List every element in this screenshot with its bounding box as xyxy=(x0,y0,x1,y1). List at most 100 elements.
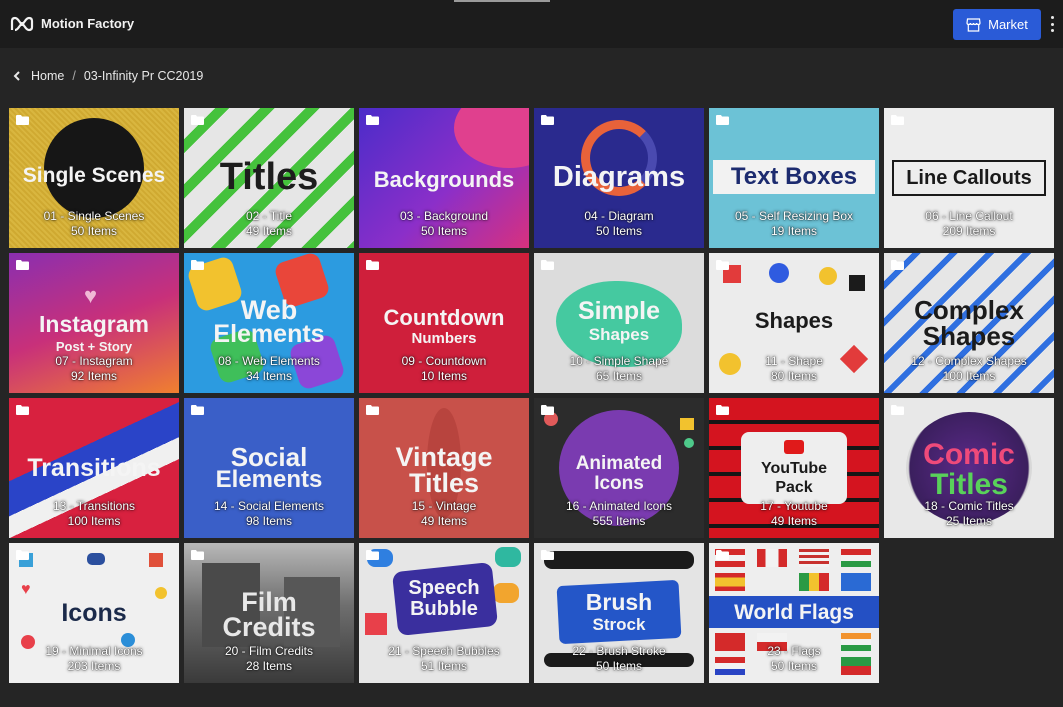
folder-caption: 13 - Transitions 100 Items xyxy=(9,499,179,529)
folder-caption: 07 - Instagram 92 Items xyxy=(9,354,179,384)
thumbnail-title: Brush xyxy=(585,589,653,615)
folder-tile-film-credits[interactable]: Film Credits 20 - Film Credits 28 Items xyxy=(184,543,354,683)
folder-name: 04 - Diagram xyxy=(584,209,654,223)
folder-name: 23 - Flags xyxy=(767,644,821,658)
app-title: Motion Factory xyxy=(41,16,135,31)
folder-icon xyxy=(16,550,29,560)
folder-tile-comic-titles[interactable]: Comic Titles 18 - Comic Titles 25 Items xyxy=(884,398,1054,538)
folder-tile-text-boxes[interactable]: Text Boxes 05 - Self Resizing Box 19 Ite… xyxy=(709,108,879,248)
folder-item-count: 80 Items xyxy=(770,369,818,383)
folder-tile-speech-bubble[interactable]: Speech Bubble 21 - Speech Bubbles 51 Ite… xyxy=(359,543,529,683)
folder-tile-shapes[interactable]: Shapes 11 - Shape 80 Items xyxy=(709,253,879,393)
folder-caption: 21 - Speech Bubbles 51 Items xyxy=(359,644,529,674)
thumbnail-title: Complex xyxy=(914,295,1024,325)
folder-caption: 23 - Flags 50 Items xyxy=(709,644,879,674)
thumbnail-subtitle: Elements xyxy=(213,320,325,348)
folder-caption: 20 - Film Credits 28 Items xyxy=(184,644,354,674)
thumbnail-subtitle: Elements xyxy=(215,466,323,493)
folder-tile-transitions[interactable]: Transitions 13 - Transitions 100 Items xyxy=(9,398,179,538)
folder-item-count: 34 Items xyxy=(245,369,293,383)
folder-item-count: 19 Items xyxy=(770,224,818,238)
folder-icon xyxy=(191,260,204,270)
folder-icon xyxy=(541,260,554,270)
folder-tile-line-callouts[interactable]: Line Callouts 06 - Line Callout 209 Item… xyxy=(884,108,1054,248)
folder-caption: 12 - Complex Shapes 100 Items xyxy=(884,354,1054,384)
thumbnail-title: Comic xyxy=(923,438,1015,471)
thumbnail-title: Speech xyxy=(408,577,480,599)
folder-tile-social-elements[interactable]: Social Elements 14 - Social Elements 98 … xyxy=(184,398,354,538)
folder-tile-minimal-icons[interactable]: ♥ Icons 19 - Minimal Icons 203 Items xyxy=(9,543,179,683)
folder-icon xyxy=(716,260,729,270)
thumbnail-title: Backgrounds xyxy=(373,167,515,192)
folder-item-count: 49 Items xyxy=(245,224,293,238)
folder-tile-instagram[interactable]: ♥ Instagram Post + Story 07 - Instagram … xyxy=(9,253,179,393)
folder-caption: 18 - Comic Titles 25 Items xyxy=(884,499,1054,529)
folder-tile-brush-strock[interactable]: Brush Strock 22 - Brush Stroke 50 Items xyxy=(534,543,704,683)
folder-name: 02 - Title xyxy=(245,209,293,223)
folder-name: 17 - Youtube xyxy=(760,499,828,513)
folder-item-count: 98 Items xyxy=(245,514,293,528)
folder-icon xyxy=(716,405,729,415)
kebab-menu-icon[interactable] xyxy=(1047,14,1057,34)
folder-item-count: 51 Items xyxy=(420,659,468,673)
folder-name: 19 - Minimal Icons xyxy=(45,644,143,658)
folder-icon xyxy=(891,260,904,270)
thumbnail-subtitle: Credits xyxy=(222,612,316,642)
folder-item-count: 50 Items xyxy=(70,224,118,238)
folder-icon xyxy=(366,260,379,270)
folder-icon xyxy=(891,115,904,125)
folder-icon xyxy=(891,405,904,415)
folder-icon xyxy=(541,550,554,560)
folder-icon xyxy=(716,550,729,560)
folder-name: 07 - Instagram xyxy=(55,354,133,368)
folder-tile-animated-icons[interactable]: Animated Icons 16 - Animated Icons 555 I… xyxy=(534,398,704,538)
folder-tile-web-elements[interactable]: Web Elements 08 - Web Elements 34 Items xyxy=(184,253,354,393)
folder-item-count: 49 Items xyxy=(420,514,468,528)
folder-tile-single-scenes[interactable]: Single Scenes 01 - Single Scenes 50 Item… xyxy=(9,108,179,248)
thumbnail-title: World Flags xyxy=(734,601,854,624)
folder-tile-simple-shapes[interactable]: Simple Shapes 10 - Simple Shape 65 Items xyxy=(534,253,704,393)
folder-item-count: 10 Items xyxy=(420,369,468,383)
folder-tile-complex-shapes[interactable]: Complex Shapes 12 - Complex Shapes 100 I… xyxy=(884,253,1054,393)
thumbnail-subtitle: Shapes xyxy=(922,321,1016,351)
folder-caption: 17 - Youtube 49 Items xyxy=(709,499,879,529)
folder-caption: 10 - Simple Shape 65 Items xyxy=(534,354,704,384)
folder-caption: 04 - Diagram 50 Items xyxy=(534,209,704,239)
folder-item-count: 50 Items xyxy=(420,224,468,238)
thumbnail-title: Simple xyxy=(578,297,660,325)
folder-caption: 22 - Brush Stroke 50 Items xyxy=(534,644,704,674)
folder-tile-diagrams[interactable]: Diagrams 04 - Diagram 50 Items xyxy=(534,108,704,248)
folder-tile-titles[interactable]: Titles 02 - Title 49 Items xyxy=(184,108,354,248)
folder-item-count: 555 Items xyxy=(592,514,646,528)
breadcrumb-home-link[interactable]: Home xyxy=(31,69,64,83)
folder-tile-backgrounds[interactable]: Backgrounds 03 - Background 50 Items xyxy=(359,108,529,248)
folder-name: 14 - Social Elements xyxy=(213,499,325,513)
thumbnail-title: Diagrams xyxy=(552,161,686,193)
folder-item-count: 50 Items xyxy=(595,659,643,673)
folder-tile-youtube-pack[interactable]: YouTube Pack 17 - Youtube 49 Items xyxy=(709,398,879,538)
breadcrumb-separator: / xyxy=(72,69,76,83)
folder-tile-countdown[interactable]: Countdown Numbers 09 - Countdown 10 Item… xyxy=(359,253,529,393)
folder-caption: 05 - Self Resizing Box 19 Items xyxy=(709,209,879,239)
folder-tile-vintage-titles[interactable]: Vintage Titles 15 - Vintage 49 Items xyxy=(359,398,529,538)
folder-caption: 02 - Title 49 Items xyxy=(184,209,354,239)
folder-item-count: 209 Items xyxy=(942,224,996,238)
market-button[interactable]: Market xyxy=(953,9,1041,40)
thumbnail-subtitle: Titles xyxy=(408,468,480,498)
folder-name: 05 - Self Resizing Box xyxy=(734,209,854,223)
window-drag-indicator[interactable] xyxy=(454,0,550,2)
chevron-left-icon[interactable] xyxy=(12,69,22,83)
thumbnail-subtitle: Shapes xyxy=(588,325,650,344)
folder-name: 10 - Simple Shape xyxy=(569,354,669,368)
thumbnail-subtitle: Titles xyxy=(930,468,1008,501)
folder-tile-world-flags[interactable]: World Flags 23 - Flags 50 Items xyxy=(709,543,879,683)
thumbnail-subtitle: Pack xyxy=(775,479,813,496)
folder-icon xyxy=(366,115,379,125)
folder-icon xyxy=(366,405,379,415)
folder-name: 16 - Animated Icons xyxy=(565,499,673,513)
folder-icon xyxy=(191,405,204,415)
folder-caption: 19 - Minimal Icons 203 Items xyxy=(9,644,179,674)
folder-caption: 01 - Single Scenes 50 Items xyxy=(9,209,179,239)
folder-item-count: 203 Items xyxy=(67,659,121,673)
folder-name: 21 - Speech Bubbles xyxy=(388,644,500,658)
